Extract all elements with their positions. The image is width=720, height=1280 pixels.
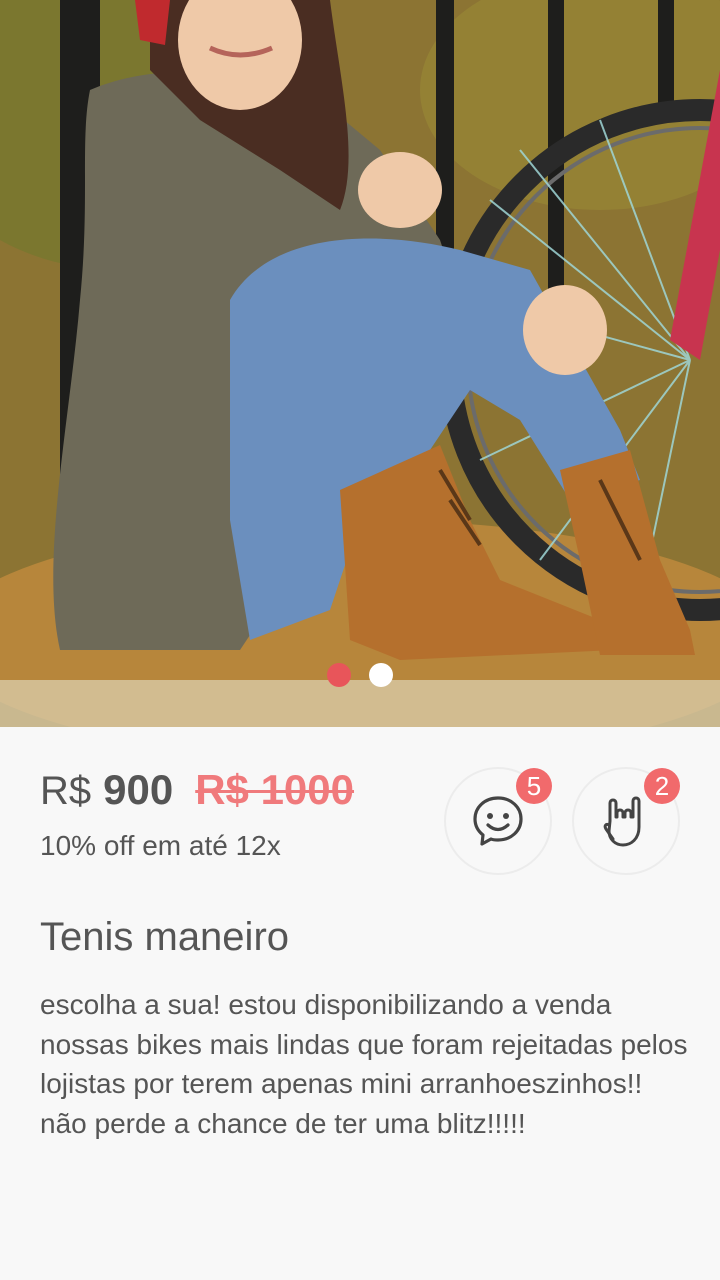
rock-hand-icon bbox=[603, 796, 641, 847]
rock-count-badge: 2 bbox=[644, 768, 680, 804]
current-price: 900 bbox=[103, 766, 174, 813]
price-currency: R$ bbox=[40, 769, 92, 813]
carousel-dot-1[interactable] bbox=[326, 663, 351, 687]
smiley-chat-icon bbox=[473, 796, 523, 846]
product-photo bbox=[0, 0, 720, 727]
carousel-pagination bbox=[0, 663, 720, 687]
chat-count-badge: 5 bbox=[516, 768, 552, 804]
old-price: R$ 1000 bbox=[195, 766, 355, 813]
product-description: escolha a sua! estou disponibilizando a … bbox=[40, 989, 688, 1139]
product-title: Tenis maneiro bbox=[40, 915, 290, 959]
rock-button[interactable]: 2 bbox=[572, 767, 680, 875]
carousel-dot-2[interactable] bbox=[369, 663, 394, 687]
price-row: R$ 900 R$ 1000 bbox=[40, 766, 354, 822]
installments-text: 10% off em até 12x bbox=[40, 830, 281, 861]
chat-button[interactable]: 5 bbox=[444, 767, 552, 875]
product-image-carousel[interactable] bbox=[0, 0, 720, 727]
